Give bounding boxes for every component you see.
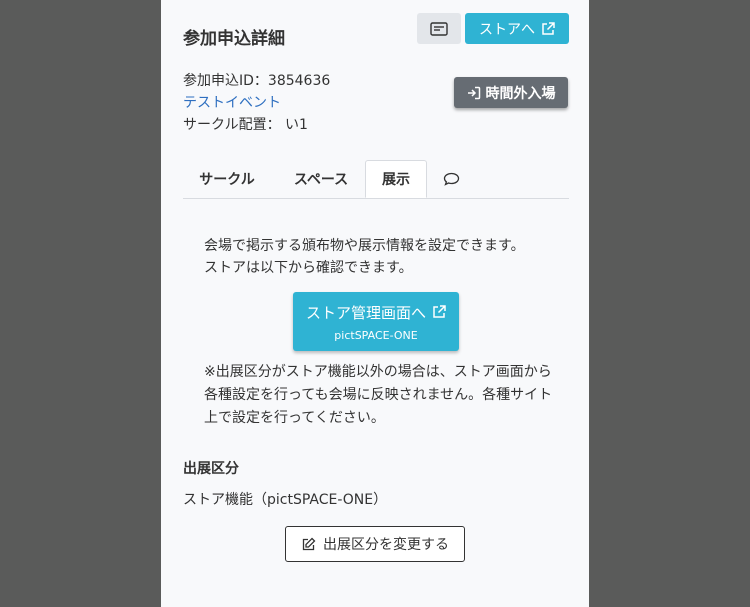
id-card-icon [430, 21, 448, 36]
chat-icon [443, 172, 459, 186]
circle-placement: サークル配置： い1 [183, 117, 308, 133]
reentry-button-label: 時間外入場 [485, 85, 556, 102]
external-link-icon [542, 21, 555, 35]
sign-in-icon [467, 86, 480, 99]
exhibit-note: ※出展区分がストア機能以外の場合は、ストア画面から各種設定を行っても会場に反映さ… [204, 364, 553, 426]
change-exhibit-type-label: 出展区分を変更する [323, 537, 449, 553]
reentry-button[interactable]: 時間外入場 [454, 77, 568, 108]
external-link-icon [433, 305, 446, 318]
change-exhibit-type-button[interactable]: 出展区分を変更する [285, 526, 465, 562]
store-button-label: ストアへ [479, 21, 535, 38]
application-id: 参加申込ID：3854636 [183, 73, 331, 89]
tab-messages[interactable] [431, 160, 471, 198]
application-info: 参加申込ID：3854636 テストイベント サークル配置： い1 [183, 70, 330, 136]
description-line-1: 会場で掲示する頒布物や展示情報を設定できます。 [204, 238, 525, 254]
detail-panel: 参加申込詳細 ストアへ 参加申込ID：3854636 テストイベント サークル配… [161, 0, 589, 607]
edit-icon [302, 537, 316, 550]
tab-space[interactable]: スペース [275, 160, 367, 198]
exhibit-type-value: ストア機能（pictSPACE-ONE） [183, 492, 388, 508]
tab-exhibit[interactable]: 展示 [365, 160, 427, 198]
exhibit-description: 会場で掲示する頒布物や展示情報を設定できます。 ストアは以下から確認できます。 [204, 235, 564, 279]
store-button[interactable]: ストアへ [465, 13, 569, 44]
store-management-sublabel: pictSPACE-ONE [334, 328, 418, 342]
store-management-button[interactable]: ストア管理画面へ pictSPACE-ONE [293, 292, 459, 351]
exhibit-type-heading: 出展区分 [183, 461, 239, 477]
tab-circle[interactable]: サークル [183, 160, 271, 198]
store-management-label: ストア管理画面へ [305, 303, 426, 322]
page-title: 参加申込詳細 [183, 29, 285, 49]
description-line-2: ストアは以下から確認できます。 [204, 260, 413, 276]
id-card-button[interactable] [417, 13, 461, 44]
tab-bar: サークル スペース 展示 [183, 160, 569, 199]
event-link[interactable]: テストイベント [183, 92, 330, 114]
